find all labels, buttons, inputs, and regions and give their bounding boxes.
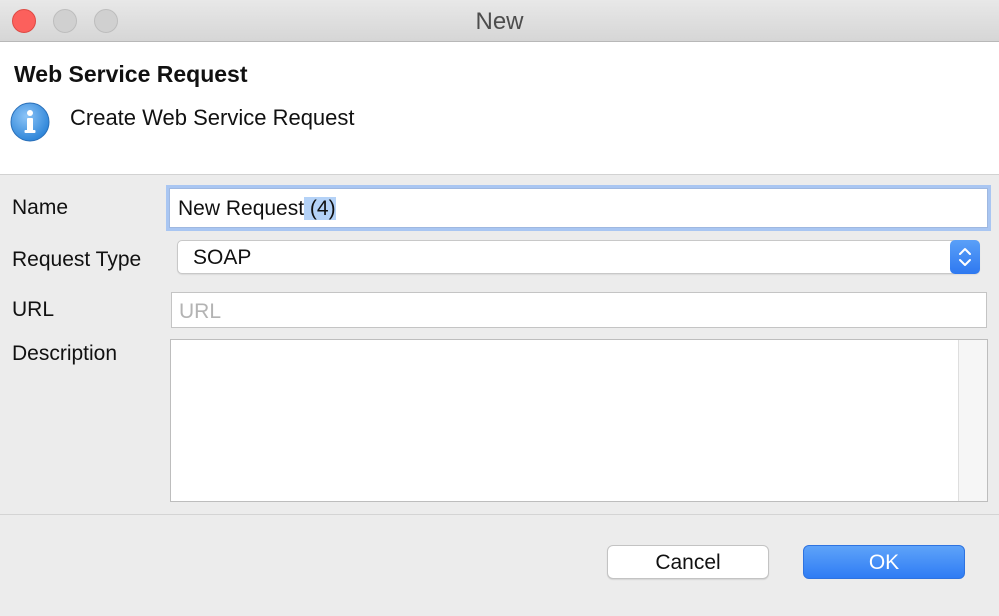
- request-type-label: Request Type: [12, 248, 142, 271]
- header-description: Create Web Service Request: [70, 105, 355, 130]
- new-dialog-window: New Web Service Request Create Web Servi…: [0, 0, 999, 616]
- dialog-header: Web Service Request Create Web Service R…: [0, 42, 999, 175]
- window-title: New: [475, 8, 524, 35]
- url-field[interactable]: [171, 292, 987, 328]
- page-title: Web Service Request: [14, 61, 248, 87]
- request-type-value: SOAP: [193, 246, 252, 269]
- description-scrollbar[interactable]: [958, 340, 987, 501]
- url-label: URL: [12, 298, 55, 321]
- select-stepper[interactable]: [950, 240, 980, 274]
- name-input[interactable]: New Request (4): [169, 188, 988, 228]
- info-icon: [10, 102, 50, 142]
- description-textarea[interactable]: [170, 339, 988, 502]
- name-input-text: New Request: [178, 197, 305, 220]
- ok-button[interactable]: OK: [803, 545, 965, 579]
- chevron-up-down-icon: [959, 248, 971, 266]
- name-label: Name: [12, 196, 69, 219]
- request-type-select[interactable]: SOAP: [177, 240, 980, 274]
- name-input-selected-text: (4): [304, 197, 336, 220]
- footer-divider: [0, 514, 999, 515]
- cancel-button[interactable]: Cancel: [607, 545, 769, 579]
- description-label: Description: [12, 342, 118, 365]
- title-bar[interactable]: New: [0, 0, 999, 42]
- url-input[interactable]: [179, 300, 969, 324]
